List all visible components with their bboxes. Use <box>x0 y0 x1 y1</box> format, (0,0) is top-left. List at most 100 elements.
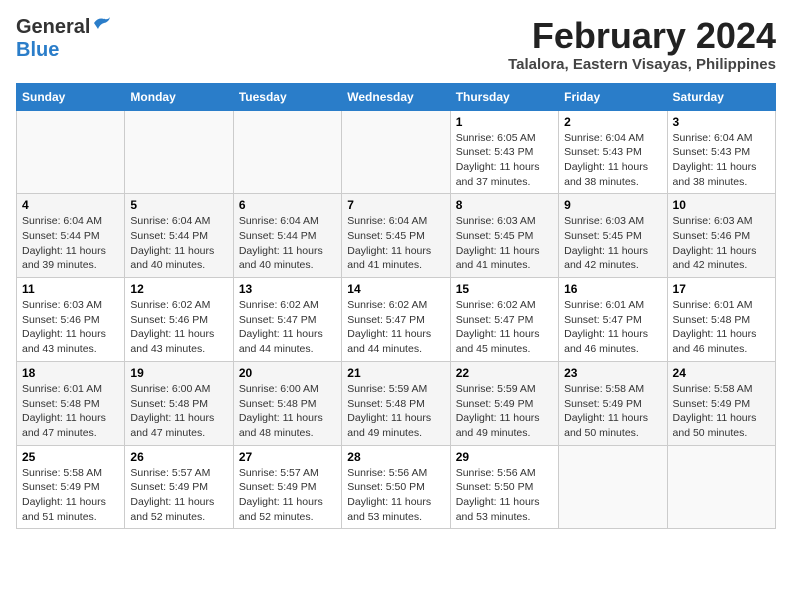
calendar-cell: 27 Sunrise: 5:57 AM Sunset: 5:49 PM Dayli… <box>233 445 341 529</box>
day-number: 4 <box>22 198 119 212</box>
day-number: 9 <box>564 198 661 212</box>
calendar-cell: 16 Sunrise: 6:01 AM Sunset: 5:47 PM Dayli… <box>559 278 667 362</box>
calendar-cell: 17 Sunrise: 6:01 AM Sunset: 5:48 PM Dayli… <box>667 278 775 362</box>
calendar-cell: 3 Sunrise: 6:04 AM Sunset: 5:43 PM Daylig… <box>667 110 775 194</box>
logo-general: General <box>16 16 90 39</box>
calendar-cell: 19 Sunrise: 6:00 AM Sunset: 5:48 PM Dayli… <box>125 361 233 445</box>
day-number: 21 <box>347 366 444 380</box>
calendar-cell: 28Sunrise: 5:56 AM Sunset: 5:50 PM Dayli… <box>342 445 450 529</box>
day-info: Sunrise: 6:04 AM Sunset: 5:44 PM Dayligh… <box>130 214 227 273</box>
calendar-cell: 1 Sunrise: 6:05 AM Sunset: 5:43 PM Daylig… <box>450 110 558 194</box>
day-info: Sunrise: 5:59 AM Sunset: 5:49 PM Dayligh… <box>456 382 553 441</box>
calendar-week-row: 18 Sunrise: 6:01 AM Sunset: 5:48 PM Dayli… <box>17 361 776 445</box>
day-number: 2 <box>564 115 661 129</box>
day-number: 16 <box>564 282 661 296</box>
day-info: Sunrise: 5:57 AM Sunset: 5:49 PM Dayligh… <box>130 466 227 525</box>
calendar-cell: 18 Sunrise: 6:01 AM Sunset: 5:48 PM Dayli… <box>17 361 125 445</box>
calendar-cell: 14 Sunrise: 6:02 AM Sunset: 5:47 PM Dayli… <box>342 278 450 362</box>
calendar-cell: 11 Sunrise: 6:03 AM Sunset: 5:46 PM Dayli… <box>17 278 125 362</box>
calendar-cell: 21 Sunrise: 5:59 AM Sunset: 5:48 PM Dayli… <box>342 361 450 445</box>
calendar-week-row: 25 Sunrise: 5:58 AM Sunset: 5:49 PM Dayli… <box>17 445 776 529</box>
calendar-cell: 22Sunrise: 5:59 AM Sunset: 5:49 PM Dayli… <box>450 361 558 445</box>
day-number: 29 <box>456 450 553 464</box>
day-info: Sunrise: 6:02 AM Sunset: 5:47 PM Dayligh… <box>456 298 553 357</box>
title-area: February 2024 Talalora, Eastern Visayas,… <box>508 16 776 73</box>
page-header: General Blue February 2024 Talalora, Eas… <box>16 16 776 73</box>
calendar-cell: 29 Sunrise: 5:56 AM Sunset: 5:50 PM Dayli… <box>450 445 558 529</box>
day-info: Sunrise: 5:56 AM Sunset: 5:50 PM Dayligh… <box>347 466 444 525</box>
day-info: Sunrise: 6:05 AM Sunset: 5:43 PM Dayligh… <box>456 131 553 190</box>
day-number: 18 <box>22 366 119 380</box>
day-number: 19 <box>130 366 227 380</box>
day-number: 27 <box>239 450 336 464</box>
weekday-header-friday: Friday <box>559 83 667 110</box>
day-number: 17 <box>673 282 770 296</box>
logo-blue: Blue <box>16 39 59 62</box>
day-info: Sunrise: 5:56 AM Sunset: 5:50 PM Dayligh… <box>456 466 553 525</box>
calendar-cell <box>342 110 450 194</box>
weekday-header-wednesday: Wednesday <box>342 83 450 110</box>
day-number: 7 <box>347 198 444 212</box>
calendar-location: Talalora, Eastern Visayas, Philippines <box>508 56 776 73</box>
calendar-cell: 13Sunrise: 6:02 AM Sunset: 5:47 PM Dayli… <box>233 278 341 362</box>
calendar-cell <box>125 110 233 194</box>
calendar-cell <box>667 445 775 529</box>
weekday-header-monday: Monday <box>125 83 233 110</box>
day-info: Sunrise: 6:02 AM Sunset: 5:46 PM Dayligh… <box>130 298 227 357</box>
day-info: Sunrise: 6:03 AM Sunset: 5:45 PM Dayligh… <box>456 214 553 273</box>
calendar-cell: 23Sunrise: 5:58 AM Sunset: 5:49 PM Dayli… <box>559 361 667 445</box>
weekday-header-sunday: Sunday <box>17 83 125 110</box>
calendar-week-row: 11 Sunrise: 6:03 AM Sunset: 5:46 PM Dayli… <box>17 278 776 362</box>
weekday-header-thursday: Thursday <box>450 83 558 110</box>
day-info: Sunrise: 6:01 AM Sunset: 5:47 PM Dayligh… <box>564 298 661 357</box>
day-number: 26 <box>130 450 227 464</box>
calendar-cell: 20 Sunrise: 6:00 AM Sunset: 5:48 PM Dayli… <box>233 361 341 445</box>
day-info: Sunrise: 6:02 AM Sunset: 5:47 PM Dayligh… <box>347 298 444 357</box>
day-number: 3 <box>673 115 770 129</box>
calendar-week-row: 4 Sunrise: 6:04 AM Sunset: 5:44 PM Daylig… <box>17 194 776 278</box>
day-number: 14 <box>347 282 444 296</box>
day-number: 20 <box>239 366 336 380</box>
day-info: Sunrise: 6:03 AM Sunset: 5:46 PM Dayligh… <box>22 298 119 357</box>
day-info: Sunrise: 5:57 AM Sunset: 5:49 PM Dayligh… <box>239 466 336 525</box>
calendar-cell: 24Sunrise: 5:58 AM Sunset: 5:49 PM Dayli… <box>667 361 775 445</box>
day-number: 6 <box>239 198 336 212</box>
day-number: 10 <box>673 198 770 212</box>
day-info: Sunrise: 5:59 AM Sunset: 5:48 PM Dayligh… <box>347 382 444 441</box>
day-number: 1 <box>456 115 553 129</box>
calendar-cell: 4Sunrise: 6:04 AM Sunset: 5:44 PM Daylig… <box>17 194 125 278</box>
calendar-table: SundayMondayTuesdayWednesdayThursdayFrid… <box>16 83 776 530</box>
calendar-cell: 8 Sunrise: 6:03 AM Sunset: 5:45 PM Daylig… <box>450 194 558 278</box>
calendar-title: February 2024 <box>508 16 776 56</box>
day-info: Sunrise: 6:00 AM Sunset: 5:48 PM Dayligh… <box>239 382 336 441</box>
calendar-cell: 15Sunrise: 6:02 AM Sunset: 5:47 PM Dayli… <box>450 278 558 362</box>
day-number: 5 <box>130 198 227 212</box>
day-number: 24 <box>673 366 770 380</box>
day-info: Sunrise: 6:04 AM Sunset: 5:43 PM Dayligh… <box>673 131 770 190</box>
day-number: 11 <box>22 282 119 296</box>
day-info: Sunrise: 5:58 AM Sunset: 5:49 PM Dayligh… <box>564 382 661 441</box>
day-info: Sunrise: 6:04 AM Sunset: 5:43 PM Dayligh… <box>564 131 661 190</box>
calendar-cell: 25 Sunrise: 5:58 AM Sunset: 5:49 PM Dayli… <box>17 445 125 529</box>
calendar-cell: 26 Sunrise: 5:57 AM Sunset: 5:49 PM Dayli… <box>125 445 233 529</box>
calendar-week-row: 1 Sunrise: 6:05 AM Sunset: 5:43 PM Daylig… <box>17 110 776 194</box>
calendar-cell: 12Sunrise: 6:02 AM Sunset: 5:46 PM Dayli… <box>125 278 233 362</box>
logo: General Blue <box>16 16 112 62</box>
calendar-cell: 2 Sunrise: 6:04 AM Sunset: 5:43 PM Daylig… <box>559 110 667 194</box>
calendar-cell <box>559 445 667 529</box>
calendar-cell: 9 Sunrise: 6:03 AM Sunset: 5:45 PM Daylig… <box>559 194 667 278</box>
day-number: 13 <box>239 282 336 296</box>
logo-bird-icon <box>90 15 112 38</box>
day-info: Sunrise: 6:01 AM Sunset: 5:48 PM Dayligh… <box>22 382 119 441</box>
day-info: Sunrise: 5:58 AM Sunset: 5:49 PM Dayligh… <box>22 466 119 525</box>
day-info: Sunrise: 6:04 AM Sunset: 5:44 PM Dayligh… <box>239 214 336 273</box>
calendar-header-row: SundayMondayTuesdayWednesdayThursdayFrid… <box>17 83 776 110</box>
weekday-header-tuesday: Tuesday <box>233 83 341 110</box>
day-info: Sunrise: 6:03 AM Sunset: 5:45 PM Dayligh… <box>564 214 661 273</box>
day-info: Sunrise: 6:00 AM Sunset: 5:48 PM Dayligh… <box>130 382 227 441</box>
calendar-cell: 6 Sunrise: 6:04 AM Sunset: 5:44 PM Daylig… <box>233 194 341 278</box>
weekday-header-saturday: Saturday <box>667 83 775 110</box>
day-info: Sunrise: 6:01 AM Sunset: 5:48 PM Dayligh… <box>673 298 770 357</box>
day-number: 8 <box>456 198 553 212</box>
day-number: 25 <box>22 450 119 464</box>
